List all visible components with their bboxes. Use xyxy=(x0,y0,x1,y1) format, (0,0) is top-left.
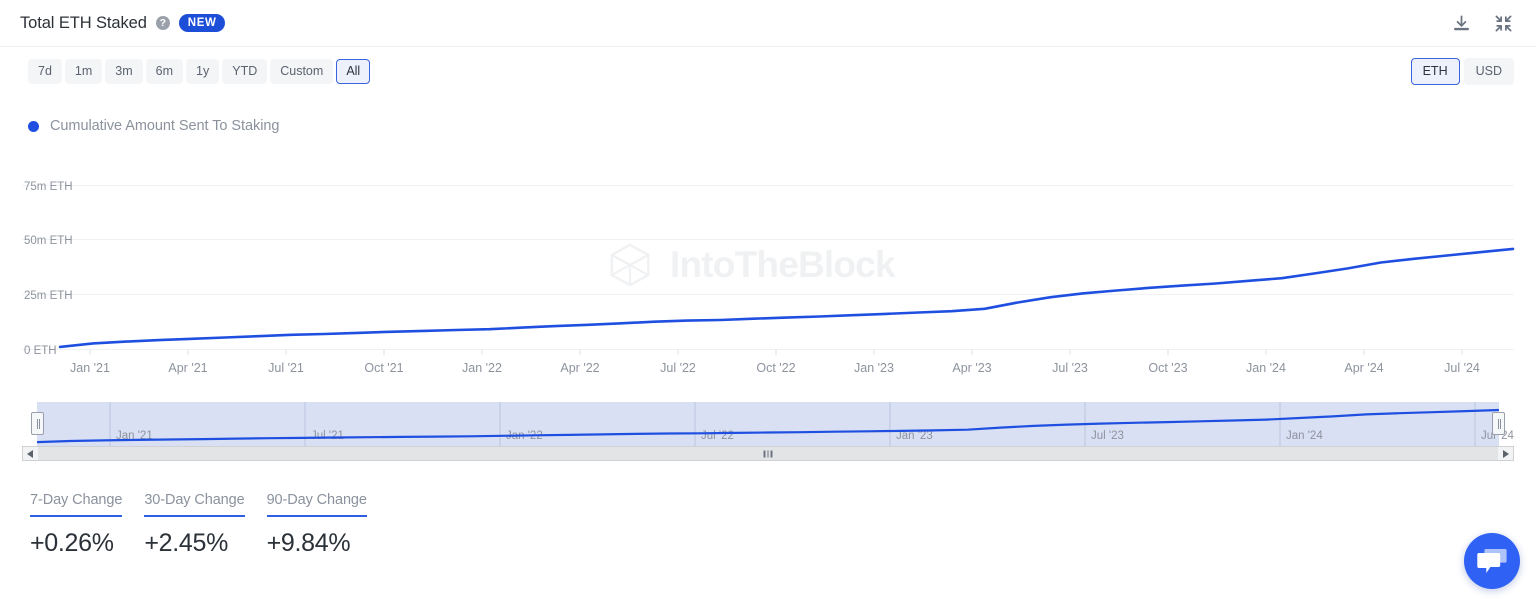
stat-value: +0.26% xyxy=(30,529,114,557)
stat-7-day-change[interactable]: 7-Day Change +0.26% xyxy=(30,492,122,558)
x-axis-tick-label: Oct '21 xyxy=(364,361,403,375)
unit-button-eth[interactable]: ETH xyxy=(1410,57,1460,85)
svg-text:25m ETH: 25m ETH xyxy=(24,290,73,302)
navigator-handle-left[interactable] xyxy=(31,412,44,435)
y-axis-labels: 75m ETH 50m ETH 25m ETH 0 ETH xyxy=(24,181,73,357)
horizontal-scrollbar[interactable] xyxy=(22,446,1514,461)
x-axis-tick-label: Apr '24 xyxy=(1344,361,1383,375)
x-axis-tick-label: Apr '23 xyxy=(952,361,991,375)
x-axis-tick-label: Jul '22 xyxy=(660,361,696,375)
range-button-3m[interactable]: 3m xyxy=(105,58,143,84)
x-axis-tick-label: Jul '24 xyxy=(1444,361,1480,375)
range-button-7d[interactable]: 7d xyxy=(28,58,62,84)
chat-widget-button[interactable] xyxy=(1464,533,1520,589)
svg-text:0 ETH: 0 ETH xyxy=(24,345,57,357)
x-axis-tick-label: Oct '23 xyxy=(1148,361,1187,375)
stat-value: +2.45% xyxy=(144,529,228,557)
stat-value: +9.84% xyxy=(266,529,351,557)
chart-svg: 75m ETH 50m ETH 25m ETH 0 ETH Jan '21 Ap… xyxy=(22,181,1515,375)
range-button-6m[interactable]: 6m xyxy=(145,58,184,84)
navigator-x-tick-label: Jul '21 xyxy=(311,430,344,442)
series-line-cumulative-amount-sent-to-staking xyxy=(58,247,1515,349)
range-button-1y[interactable]: 1y xyxy=(186,58,220,84)
x-axis-tick-label: Oct '22 xyxy=(756,361,795,375)
page-title: Total ETH Staked xyxy=(20,13,147,32)
chart-widget: Total ETH Staked ? NEW 7d 1m 3m 6m 1y YT… xyxy=(0,0,1536,599)
navigator-x-tick-label: Jul '22 xyxy=(701,430,734,442)
stat-label: 30-Day Change xyxy=(144,492,245,517)
navigator-handle-right[interactable] xyxy=(1492,412,1505,435)
navigator-x-tick-label: Jan '24 xyxy=(1286,430,1323,442)
unit-button-usd[interactable]: USD xyxy=(1463,57,1514,85)
time-range-selector: 7d 1m 3m 6m 1y YTD Custom All xyxy=(28,58,371,84)
range-button-ytd[interactable]: YTD xyxy=(222,58,268,84)
gridlines xyxy=(22,185,1514,350)
stats-row: 7-Day Change +0.26% 30-Day Change +2.45%… xyxy=(30,492,367,558)
range-button-all[interactable]: All xyxy=(336,58,371,84)
collapse-icon[interactable] xyxy=(1492,12,1514,34)
scroll-right-arrow-icon[interactable] xyxy=(1498,447,1513,460)
x-axis-tick-label: Jan '23 xyxy=(854,361,894,375)
legend-color-dot xyxy=(28,120,39,132)
svg-text:50m ETH: 50m ETH xyxy=(24,235,73,247)
header-actions xyxy=(1450,12,1514,34)
stat-label: 7-Day Change xyxy=(30,492,122,517)
stat-label: 90-Day Change xyxy=(266,492,367,517)
x-axis-tick-label: Jul '23 xyxy=(1052,361,1088,375)
range-button-custom[interactable]: Custom xyxy=(270,58,334,84)
controls-row: 7d 1m 3m 6m 1y YTD Custom All ETH USD xyxy=(0,47,1536,95)
header-title-group: Total ETH Staked ? NEW xyxy=(20,13,226,33)
chart-navigator[interactable]: Jan '21 Jul '21 Jan '22 Jul '22 Jan '23 Jul '… xyxy=(22,402,1514,446)
status-badge: NEW xyxy=(178,14,226,32)
scrollbar-grip[interactable] xyxy=(763,450,773,457)
help-circle-icon[interactable]: ? xyxy=(155,16,170,30)
chat-bubbles-icon xyxy=(1477,549,1507,573)
download-icon[interactable] xyxy=(1450,12,1472,34)
x-axis-tick-label: Apr '21 xyxy=(168,361,207,375)
svg-text:75m ETH: 75m ETH xyxy=(24,181,73,193)
navigator-x-tick-label: Jul '23 xyxy=(1091,430,1124,442)
scrollbar-track[interactable] xyxy=(38,447,1498,460)
widget-header: Total ETH Staked ? NEW xyxy=(0,0,1536,47)
chart-legend[interactable]: Cumulative Amount Sent To Staking xyxy=(28,118,279,134)
navigator-svg: Jan '21 Jul '21 Jan '22 Jul '22 Jan '23 Jul '… xyxy=(22,402,1514,446)
x-axis-tick-label: Jan '22 xyxy=(462,361,502,375)
x-axis-tick-label: Jan '21 xyxy=(70,361,110,375)
x-axis-tick-label: Apr '22 xyxy=(560,361,599,375)
stat-30-day-change[interactable]: 30-Day Change +2.45% xyxy=(144,492,245,558)
x-axis-tick-label: Jul '21 xyxy=(268,361,304,375)
stat-90-day-change[interactable]: 90-Day Change +9.84% xyxy=(266,492,367,558)
currency-unit-selector: ETH USD xyxy=(1410,57,1514,85)
scroll-left-arrow-icon[interactable] xyxy=(23,447,38,460)
x-axis-tick-label: Jan '24 xyxy=(1246,361,1286,375)
legend-item-label: Cumulative Amount Sent To Staking xyxy=(50,118,280,134)
chart-plot-area[interactable]: IntoTheBlock 75m ETH 50m ETH 25m ETH 0 E… xyxy=(0,155,1536,385)
x-axis-labels: Jan '21 Apr '21 Jul '21 Oct '21 Jan '22 Apr '… xyxy=(70,361,1480,375)
range-button-1m[interactable]: 1m xyxy=(64,58,103,84)
